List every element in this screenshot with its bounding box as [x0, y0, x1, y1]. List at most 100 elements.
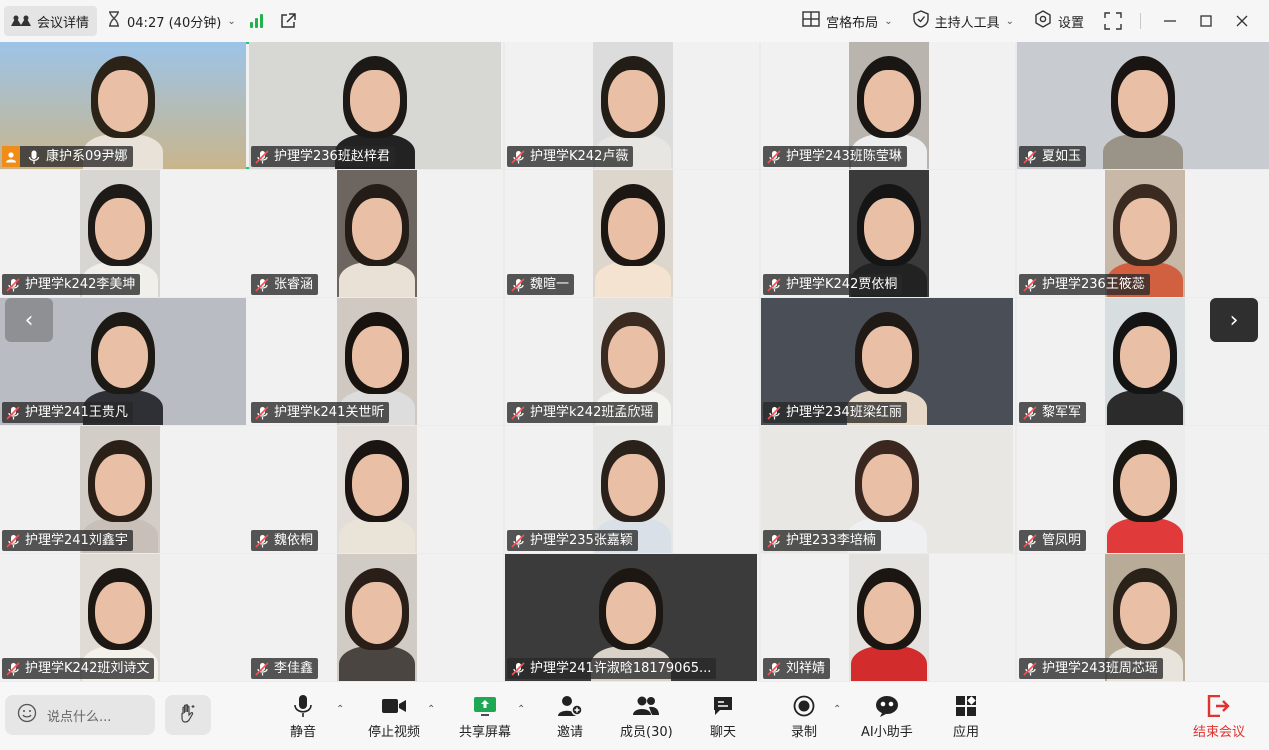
hourglass-icon: [107, 11, 121, 31]
participant-video-tile[interactable]: 张睿涵: [249, 170, 503, 297]
previous-page-button[interactable]: ‹: [5, 298, 53, 342]
mic-muted-icon: [766, 149, 782, 165]
participant-name-tag: 管凤明: [1019, 530, 1087, 551]
mic-muted-icon: [1022, 277, 1038, 293]
participant-name-tag: 黎军军: [1019, 402, 1087, 423]
participant-video-tile[interactable]: 护理学K242卢薇: [505, 42, 759, 169]
members-label: 成员(30): [620, 725, 673, 740]
chevron-down-icon: ⌄: [1005, 15, 1014, 27]
participant-video-tile[interactable]: 护理学235张嘉颖: [505, 426, 759, 553]
participant-video-tile[interactable]: 护理学236班赵梓君: [249, 42, 503, 169]
quick-chat-input[interactable]: 说点什么...: [5, 695, 155, 735]
participant-name: 护理学234班梁红丽: [786, 405, 902, 420]
mic-muted-icon: [254, 149, 270, 165]
participant-video-tile[interactable]: 护理学k242李美坤: [0, 170, 254, 297]
participant-name-tag: 李佳鑫: [251, 658, 319, 679]
apps-button[interactable]: 应用: [953, 694, 979, 740]
apps-label: 应用: [953, 725, 980, 740]
chat-bubble-icon: [712, 694, 734, 718]
participant-video-tile[interactable]: 护理学236王筱蕊: [1017, 170, 1269, 297]
record-button[interactable]: 录制: [791, 694, 817, 740]
mic-muted-icon: [1022, 661, 1038, 677]
participant-video-tile[interactable]: 魏依桐: [249, 426, 503, 553]
participant-name: 刘祥婧: [786, 661, 826, 676]
participant-video-tile[interactable]: 护理学241刘鑫宇: [0, 426, 254, 553]
participant-name: 护理学241王贵凡: [25, 405, 128, 420]
participant-name: 护理学k242李美坤: [25, 277, 136, 292]
invite-button[interactable]: 邀请: [557, 694, 583, 740]
chat-button[interactable]: 聊天: [710, 694, 736, 740]
timer-text: 04:27 (40分钟): [127, 15, 222, 31]
meeting-details-button[interactable]: 会议详情: [4, 6, 98, 36]
mic-muted-icon: [510, 149, 526, 165]
participant-video-tile[interactable]: 护理学234班梁红丽: [761, 298, 1015, 425]
ai-assistant-button[interactable]: AI小助手: [861, 694, 913, 740]
fullscreen-icon[interactable]: [1104, 12, 1122, 30]
participant-video-tile[interactable]: 魏暄一: [505, 170, 759, 297]
mute-button[interactable]: 静音: [290, 694, 316, 740]
raise-hand-button[interactable]: [165, 695, 211, 735]
mic-muted-icon: [5, 405, 21, 421]
participant-name-tag: 夏如玉: [1019, 146, 1087, 167]
participant-video-tile[interactable]: 夏如玉: [1017, 42, 1269, 169]
participant-video-tile[interactable]: 李佳鑫: [249, 554, 503, 681]
popout-icon[interactable]: [279, 12, 297, 30]
participant-name: 护理学K242卢薇: [530, 149, 629, 164]
share-options-caret[interactable]: ⌃: [517, 704, 525, 715]
settings-button[interactable]: 设置: [1034, 10, 1084, 32]
video-grid: 康护系09尹娜 护理学236班赵梓君 护理学K242卢薇 护理学243班陈莹琳 夏如玉护…: [0, 42, 1269, 682]
next-page-button[interactable]: ›: [1210, 298, 1258, 342]
camera-icon: [381, 694, 407, 718]
hand-icon: [177, 702, 199, 728]
layout-button[interactable]: 宫格布局 ⌄: [802, 11, 893, 31]
mic-muted-icon: [510, 277, 526, 293]
microphone-icon: [293, 694, 313, 718]
tencent-meeting-logo-icon: [10, 14, 32, 28]
video-options-caret[interactable]: ⌃: [427, 704, 435, 715]
share-screen-button[interactable]: 共享屏幕: [459, 694, 511, 740]
share-screen-label: 共享屏幕: [459, 725, 512, 740]
participant-video-tile[interactable]: 护理学243班陈莹琳: [761, 42, 1015, 169]
participant-video-tile[interactable]: 管凤明: [1017, 426, 1269, 553]
participant-video-tile[interactable]: 护理学K242班刘诗文: [0, 554, 254, 681]
mic-muted-icon: [254, 661, 270, 677]
participant-video-tile[interactable]: 护理学k242班孟欣瑶: [505, 298, 759, 425]
network-signal-icon[interactable]: [249, 14, 263, 28]
mic-muted-icon: [510, 405, 526, 421]
participant-video-tile[interactable]: 护理233李培楠: [761, 426, 1015, 553]
participant-video-tile[interactable]: 康护系09尹娜: [0, 42, 254, 169]
stop-video-button[interactable]: 停止视频: [368, 694, 420, 740]
meeting-timer[interactable]: 04:27 (40分钟) ⌄: [107, 11, 236, 31]
maximize-icon[interactable]: [1197, 12, 1215, 30]
divider: [1140, 13, 1141, 29]
participant-video-tile[interactable]: 刘祥婧: [761, 554, 1015, 681]
mic-muted-icon: [766, 533, 782, 549]
participant-name: 夏如玉: [1042, 149, 1082, 164]
mic-muted-icon: [510, 661, 526, 677]
members-button[interactable]: 成员(30): [620, 694, 673, 740]
participant-video-tile[interactable]: 护理学241许淑晗18179065...: [505, 554, 759, 681]
bottom-toolbar: 说点什么... 静音 ⌃ 停止视频 ⌃ 共享屏幕 ⌃ 邀请 成员(30) 聊天 …: [0, 682, 1269, 750]
participant-video-tile[interactable]: 护理学K242贾依桐: [761, 170, 1015, 297]
share-screen-icon: [473, 694, 497, 718]
end-meeting-button[interactable]: 结束会议: [1193, 694, 1245, 740]
participant-video-tile[interactable]: 护理学k241关世昕: [249, 298, 503, 425]
video-feed: [849, 554, 929, 681]
minimize-icon[interactable]: [1161, 12, 1179, 30]
mute-options-caret[interactable]: ⌃: [336, 704, 344, 715]
participant-name-tag: 护理学236王筱蕊: [1019, 274, 1150, 295]
close-icon[interactable]: [1233, 12, 1251, 30]
participant-name: 护理学235张嘉颖: [530, 533, 633, 548]
participant-name-tag: 魏暄一: [507, 274, 575, 295]
meeting-details-label: 会议详情: [37, 15, 90, 31]
record-options-caret[interactable]: ⌃: [833, 704, 841, 715]
participant-name: 康护系09尹娜: [46, 149, 128, 164]
participant-name: 管凤明: [1042, 533, 1082, 548]
participant-video-tile[interactable]: 护理学243班周芯瑶: [1017, 554, 1269, 681]
participant-name-tag: 护理233李培楠: [763, 530, 881, 551]
mute-label: 静音: [290, 725, 317, 740]
host-tools-button[interactable]: 主持人工具 ⌄: [912, 10, 1014, 32]
shield-check-icon: [912, 10, 929, 32]
participant-name: 张睿涵: [274, 277, 314, 292]
top-bar: 会议详情 04:27 (40分钟) ⌄ 宫格布局 ⌄ 主持人工具 ⌄ 设置: [0, 0, 1269, 42]
